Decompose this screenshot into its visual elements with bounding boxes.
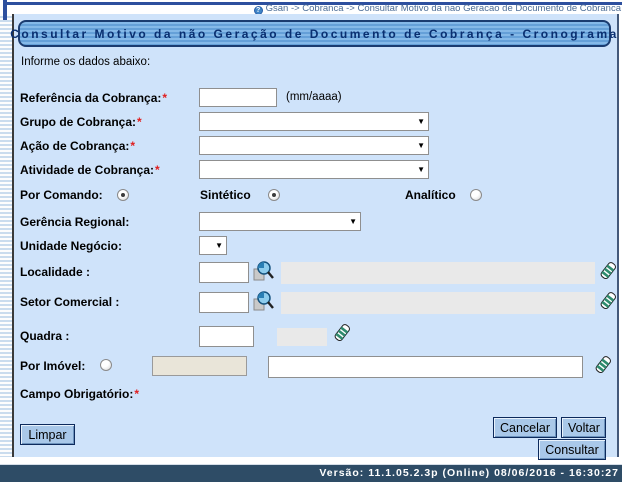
row-gerencia: Gerência Regional: ▼ [14,212,617,234]
eraser-icon[interactable] [598,260,620,284]
acao-label: Ação de Cobrança:* [20,139,136,153]
chevron-down-icon: ▼ [215,241,223,250]
gerencia-select[interactable]: ▼ [199,212,361,231]
chevron-down-icon: ▼ [417,117,425,126]
version-bar: Versão: 11.1.05.2.3p (Online) 08/06/2016… [0,465,622,482]
row-unidade: Unidade Negócio: ▼ [14,236,617,258]
cancelar-button[interactable]: Cancelar [493,417,557,438]
footer-gap [0,457,622,465]
por-imovel-radio[interactable] [100,359,112,371]
row-campo-obrigatorio: Campo Obrigatório:* [14,384,617,406]
page-title: Consultar Motivo da não Geração de Docum… [10,20,616,47]
setor-description-field [281,292,595,314]
row-radios: Por Comando: Sintético Analítico [14,187,617,203]
breadcrumb-text: Gsan -> Cobranca -> Consultar Motivo da … [265,3,621,14]
analitico-radio[interactable] [470,189,482,201]
required-asterisk: * [134,387,140,401]
referencia-label: Referência da Cobrança:* [20,91,168,105]
row-acao: Ação de Cobrança:* ▼ [14,136,617,158]
row-setor: Setor Comercial : [14,290,620,318]
quadra-label: Quadra : [20,329,70,343]
chevron-down-icon: ▼ [417,165,425,174]
atividade-select[interactable]: ▼ [199,160,429,179]
imovel-description-input[interactable] [268,356,583,378]
limpar-button[interactable]: Limpar [20,424,75,445]
imovel-id-field-disabled [152,356,247,376]
grupo-label: Grupo de Cobrança:* [20,115,142,129]
intro-text: Informe os dados abaixo: [21,56,151,68]
row-por-imovel: Por Imóvel: [14,356,617,380]
quadra-description-field [277,328,327,346]
grupo-select[interactable]: ▼ [199,112,429,131]
row-referencia: Referência da Cobrança:* (mm/aaaa) [14,88,617,110]
unidade-label: Unidade Negócio: [20,239,123,253]
campo-obrigatorio-label: Campo Obrigatório:* [20,387,140,401]
quadra-input[interactable] [199,326,254,347]
form-panel: Consultar Motivo da não Geração de Docum… [10,14,620,460]
frame-corner-decoration [3,0,7,20]
localidade-label: Localidade : [20,265,91,279]
row-grupo: Grupo de Cobrança:* ▼ [14,112,617,134]
gerencia-label: Gerência Regional: [20,215,130,229]
eraser-icon[interactable] [593,354,615,378]
left-frame-gutter[interactable] [0,14,14,457]
por-comando-label: Por Comando: [20,188,103,202]
atividade-label: Atividade de Cobrança:* [20,163,160,177]
por-imovel-label: Por Imóvel: [20,359,86,373]
setor-label: Setor Comercial : [20,295,120,309]
row-atividade: Atividade de Cobrança:* ▼ [14,160,617,182]
por-comando-radio[interactable] [117,189,129,201]
version-text: Versão: 11.1.05.2.3p (Online) 08/06/2016… [319,467,619,479]
search-icon[interactable] [253,290,275,314]
required-asterisk: * [162,91,168,105]
required-asterisk: * [155,163,160,177]
setor-input[interactable] [199,292,249,313]
eraser-icon[interactable] [332,322,354,346]
chevron-down-icon: ▼ [349,217,357,226]
voltar-button[interactable]: Voltar [561,417,606,438]
gsan-window: ? Gsan -> Cobranca -> Consultar Motivo da… [0,0,622,485]
search-icon[interactable] [253,260,275,284]
sintetico-label: Sintético [200,188,251,202]
required-asterisk: * [130,139,136,153]
row-quadra: Quadra : [14,324,617,350]
acao-select[interactable]: ▼ [199,136,429,155]
unidade-select[interactable]: ▼ [199,236,227,255]
chevron-down-icon: ▼ [417,141,425,150]
referencia-input[interactable] [199,88,277,107]
row-localidade: Localidade : [14,260,620,288]
required-asterisk: * [137,115,142,129]
consultar-button[interactable]: Consultar [538,439,606,460]
localidade-description-field [281,262,595,284]
eraser-icon[interactable] [598,290,620,314]
localidade-input[interactable] [199,262,249,283]
breadcrumb-bar: ? Gsan -> Cobranca -> Consultar Motivo da… [0,0,622,15]
page-title-text: Consultar Motivo da não Geração de Docum… [10,26,619,41]
referencia-format-hint: (mm/aaaa) [286,91,342,103]
sintetico-radio[interactable] [268,189,280,201]
analitico-label: Analítico [405,188,456,202]
